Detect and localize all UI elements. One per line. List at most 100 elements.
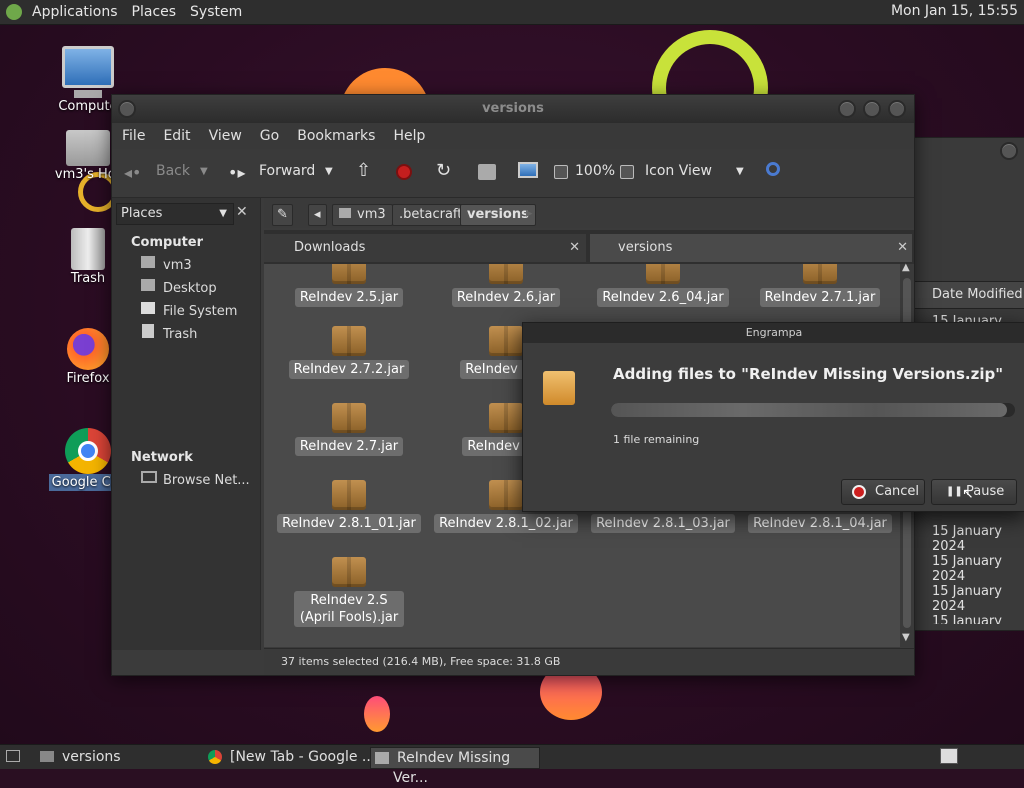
back-history-dropdown-icon[interactable]: ▼ <box>200 166 208 177</box>
file-item[interactable]: ReIndev 2.6_04.jar <box>588 264 738 307</box>
close-button[interactable] <box>888 100 906 118</box>
package-icon <box>489 326 523 356</box>
date-cell: 15 January 2024 <box>932 554 1002 584</box>
close-tab-icon[interactable]: ✕ <box>569 234 580 262</box>
menu-places[interactable]: Places <box>132 4 177 20</box>
tab-versions[interactable]: versions ✕ <box>590 234 912 262</box>
tab-downloads[interactable]: Downloads ✕ <box>264 234 586 262</box>
breadcrumb-vm3[interactable]: vm3 <box>332 204 393 226</box>
taskbar-item-engrampa[interactable]: ReIndev Missing Ver... <box>370 747 540 786</box>
forward-arrow-icon[interactable]: •▸ <box>228 163 245 182</box>
forward-history-dropdown-icon[interactable]: ▼ <box>325 166 333 177</box>
column-header-date-modified[interactable]: Date Modified <box>914 281 1024 309</box>
stop-icon[interactable] <box>396 164 412 180</box>
archive-icon <box>543 371 575 405</box>
date-cell: 15 January 2024 <box>932 584 1002 614</box>
scroll-down-icon[interactable]: ▼ <box>902 632 910 643</box>
close-sidebar-icon[interactable]: ✕ <box>236 204 248 220</box>
home-icon[interactable] <box>478 164 496 180</box>
menubar: File Edit View Go Bookmarks Help <box>112 123 914 149</box>
location-bar: ✎ ◂ vm3 .betacraft versions ▸ <box>264 198 914 228</box>
network-icon <box>141 471 157 483</box>
back-button[interactable]: Back <box>156 163 190 179</box>
file-item[interactable]: ReIndev 2.S (April Fools).jar <box>274 557 424 627</box>
edit-location-icon[interactable]: ✎ <box>272 204 293 226</box>
dialog-message: Adding files to "ReIndev Missing Version… <box>613 365 1004 383</box>
breadcrumb-betacraft[interactable]: .betacraft <box>392 204 470 226</box>
scroll-up-icon[interactable]: ▲ <box>902 262 910 273</box>
up-arrow-icon[interactable]: ⇧ <box>356 160 371 181</box>
mouse-cursor-icon: ↖ <box>962 486 974 502</box>
window-close-button[interactable] <box>1000 142 1018 160</box>
trash-icon <box>142 324 154 338</box>
package-icon <box>332 403 366 433</box>
file-item[interactable]: ReIndev 2.7.1.jar <box>745 264 895 307</box>
zoom-level: 100% <box>575 163 616 179</box>
back-arrow-icon[interactable]: ◂• <box>124 163 141 182</box>
sidebar-heading-network: Network <box>131 450 193 465</box>
menu-go[interactable]: Go <box>260 128 279 144</box>
home-folder-icon <box>141 256 155 268</box>
chrome-icon <box>208 750 222 764</box>
sidebar-item-filesystem[interactable]: File System <box>163 304 237 319</box>
taskbar-item-versions[interactable]: versions <box>36 747 218 767</box>
distro-logo-icon[interactable] <box>6 4 22 20</box>
close-tab-icon[interactable]: ✕ <box>897 234 908 262</box>
show-desktop-icon[interactable] <box>6 750 20 762</box>
path-forward-chevron-icon[interactable]: ▸ <box>526 206 533 221</box>
maximize-button[interactable] <box>863 100 881 118</box>
menu-system[interactable]: System <box>190 4 242 20</box>
sidebar-selector[interactable]: Places ▼ <box>116 203 234 225</box>
status-bar: 37 items selected (216.4 MB), Free space… <box>264 648 914 675</box>
home-icon <box>339 208 351 218</box>
file-item[interactable]: ReIndev 2.5.jar <box>274 264 424 307</box>
trash-icon <box>71 228 105 270</box>
view-mode-dropdown-icon[interactable]: ▼ <box>736 166 744 177</box>
menu-edit[interactable]: Edit <box>163 128 190 144</box>
sidebar-item-desktop[interactable]: Desktop <box>163 281 217 296</box>
computer-icon[interactable] <box>518 162 538 178</box>
taskbar-item-chrome[interactable]: [New Tab - Google ... <box>204 747 388 767</box>
bottom-taskbar: versions [New Tab - Google ... ReIndev M… <box>0 744 1024 786</box>
file-item[interactable]: ReIndev 2.7.2.jar <box>274 326 424 379</box>
chrome-icon <box>65 428 111 474</box>
breadcrumb-versions[interactable]: versions <box>460 204 536 226</box>
progress-dialog[interactable]: Engrampa Adding files to "ReIndev Missin… <box>522 322 1024 512</box>
remaining-text: 1 file remaining <box>613 433 700 446</box>
path-back-chevron-icon[interactable]: ◂ <box>308 204 327 226</box>
forward-button[interactable]: Forward <box>259 163 315 179</box>
package-icon <box>332 557 366 587</box>
window-titlebar[interactable]: versions <box>112 95 914 123</box>
window-menu-button[interactable] <box>118 100 136 118</box>
file-item[interactable]: ReIndev 2.7.jar <box>274 403 424 456</box>
pause-button[interactable]: ❚❚ Pause ↖ <box>931 479 1017 505</box>
minimize-button[interactable] <box>838 100 856 118</box>
zoom-in-icon[interactable] <box>620 165 634 179</box>
drive-icon <box>141 302 155 314</box>
dialog-title[interactable]: Engrampa <box>523 323 1024 343</box>
zoom-out-icon[interactable] <box>554 165 568 179</box>
menu-applications[interactable]: Applications <box>32 4 118 20</box>
desktop-icon-label: Trash <box>70 271 106 286</box>
computer-icon <box>62 46 114 88</box>
file-item[interactable]: ReIndev 2.6.jar <box>431 264 581 307</box>
cancel-button[interactable]: Cancel <box>841 479 925 505</box>
sidebar-item-vm3[interactable]: vm3 <box>163 258 192 273</box>
menu-bookmarks[interactable]: Bookmarks <box>297 128 375 144</box>
search-icon[interactable] <box>766 162 780 176</box>
sidebar-item-trash[interactable]: Trash <box>163 327 197 342</box>
toolbar: ◂• Back ▼ •▸ Forward ▼ ⇧ ↻ 100% Icon Vie… <box>112 149 914 198</box>
menu-view[interactable]: View <box>209 128 242 144</box>
sidebar-item-browse-network[interactable]: Browse Net... <box>163 473 250 488</box>
menu-file[interactable]: File <box>122 128 145 144</box>
menu-help[interactable]: Help <box>393 128 425 144</box>
view-mode-select[interactable]: Icon View <box>645 163 712 179</box>
archive-icon <box>375 752 389 764</box>
clock[interactable]: Mon Jan 15, 15:55 <box>891 3 1018 19</box>
reload-icon[interactable]: ↻ <box>436 160 451 181</box>
file-item[interactable]: ReIndev 2.8.1_01.jar <box>274 480 424 533</box>
package-icon <box>803 264 837 284</box>
sidebar: Places ▼ ✕ Computer vm3 Desktop File Sys… <box>112 198 261 650</box>
package-icon <box>332 326 366 356</box>
workspace-switcher-icon[interactable] <box>940 748 958 764</box>
